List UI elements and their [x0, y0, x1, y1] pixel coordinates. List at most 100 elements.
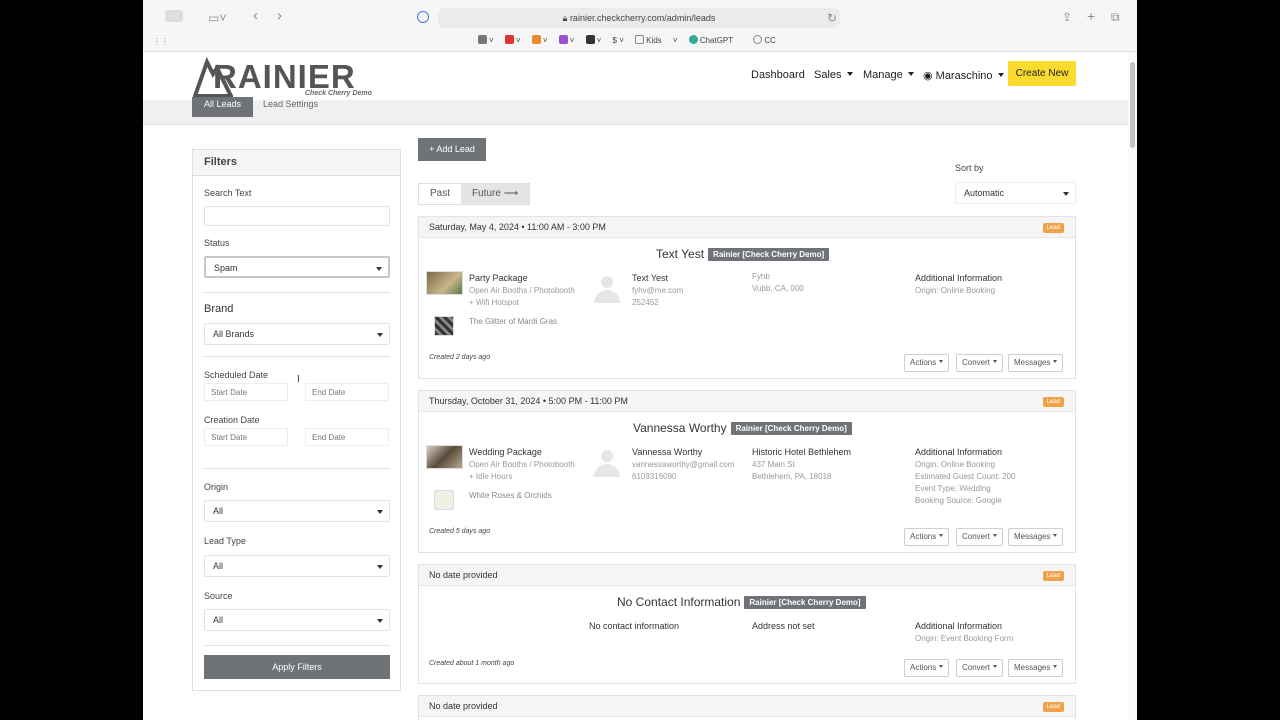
- brand-value: All Brands: [213, 329, 255, 339]
- back-icon[interactable]: ‹: [253, 8, 258, 23]
- sidebar-toggle-icon[interactable]: [165, 10, 183, 22]
- status-label: Status: [204, 238, 230, 248]
- messages-button[interactable]: Messages: [1008, 354, 1064, 372]
- lead-date: Thursday, October 31, 2024 • 5:00 PM - 1…: [429, 396, 628, 406]
- actions-button[interactable]: Actions: [904, 354, 950, 372]
- privacy-shield-icon[interactable]: [417, 11, 429, 23]
- convert-button[interactable]: Convert: [956, 659, 1004, 677]
- add-lead-button[interactable]: + Add Lead: [418, 138, 486, 161]
- info-line: Origin: Event Booking Form: [915, 634, 1014, 643]
- bookmark-app-icon[interactable]: ˅: [558, 35, 574, 45]
- tab-overview-icon[interactable]: ▭˅: [208, 11, 226, 25]
- lead-name-row: Text Yest Rainier [Check Cherry Demo]: [656, 247, 830, 261]
- apps-grid-icon[interactable]: ⋮⋮: [153, 35, 169, 49]
- scheduled-end-date-input[interactable]: End Date: [305, 383, 389, 401]
- info-line: Origin: Online Booking: [915, 286, 996, 295]
- nav-manage[interactable]: Manage: [863, 69, 914, 81]
- lead-type-select[interactable]: All: [204, 555, 390, 577]
- filters-title: Filters: [193, 150, 400, 176]
- page-scrollbar[interactable]: [1128, 52, 1137, 720]
- bookmark-fruit-icon[interactable]: ˅: [531, 35, 547, 45]
- messages-label: Messages: [1014, 663, 1051, 672]
- site-header: RAINIER Check Cherry Demo Dashboard Sale…: [143, 52, 1128, 100]
- bookmark-apple-icon[interactable]: ˅: [504, 35, 521, 45]
- item-name: White Roses & Orchids: [469, 491, 552, 500]
- chevron-down-icon: [997, 73, 1004, 77]
- lead-name[interactable]: No Contact Information: [617, 595, 740, 609]
- bookmark-tv-icon[interactable]: ˅: [478, 35, 494, 45]
- item-image: [434, 316, 454, 336]
- bookmark-dollar-icon[interactable]: $ ˅: [613, 36, 624, 45]
- scrollbar-thumb[interactable]: [1130, 62, 1135, 148]
- contact-name[interactable]: Vannessa Worthy: [632, 446, 702, 458]
- nav-user-label: Maraschino: [935, 70, 993, 82]
- search-text-input[interactable]: [204, 206, 390, 226]
- bookmark-cc[interactable]: CC: [753, 35, 785, 45]
- contact-email[interactable]: fyhv@me.com: [632, 285, 683, 297]
- convert-button[interactable]: Convert: [956, 354, 1004, 372]
- package-name[interactable]: Party Package: [469, 272, 528, 284]
- filters-panel: Filters Search Text Status Spam Brand Al…: [192, 149, 401, 691]
- contact-name[interactable]: Text Yest: [632, 272, 668, 284]
- brand-tag: Rainier [Check Cherry Demo]: [708, 248, 830, 261]
- lead-name[interactable]: Text Yest: [656, 247, 704, 261]
- lead-card: Thursday, October 31, 2024 • 5:00 PM - 1…: [418, 390, 1076, 553]
- text-cursor-icon: I: [297, 374, 300, 385]
- forward-icon[interactable]: ›: [277, 8, 282, 23]
- reload-icon[interactable]: ↻: [827, 11, 837, 25]
- package-name[interactable]: Wedding Package: [469, 446, 542, 458]
- sort-by-label: Sort by: [955, 163, 984, 173]
- lead-card-header: Thursday, October 31, 2024 • 5:00 PM - 1…: [419, 391, 1075, 412]
- apply-filters-button[interactable]: Apply Filters: [204, 655, 390, 679]
- actions-button[interactable]: Actions: [904, 659, 950, 677]
- lead-card-header: No date provided Lead: [419, 565, 1075, 586]
- user-icon: ◉: [923, 70, 936, 82]
- bookmark-monitor-icon[interactable]: ˅: [585, 35, 601, 45]
- tab-lead-settings[interactable]: Lead Settings: [263, 97, 318, 111]
- scheduled-start-date-input[interactable]: Start Date: [204, 383, 288, 401]
- chevron-down-icon: [993, 665, 998, 668]
- messages-button[interactable]: Messages: [1008, 659, 1064, 677]
- nav-user-menu[interactable]: ◉ Maraschino: [923, 69, 1004, 82]
- address-bar[interactable]: 🔒︎ rainier.checkcherry.com/admin/leads: [438, 8, 840, 28]
- bookmark-folder-kids[interactable]: Kids ˅: [635, 35, 678, 45]
- address-note: Address not set: [752, 621, 815, 631]
- chevron-down-icon: [939, 360, 944, 363]
- leads-subnav: All Leads Lead Settings: [143, 97, 1128, 125]
- actions-button[interactable]: Actions: [904, 528, 950, 546]
- tabs-icon[interactable]: ⧉: [1111, 10, 1120, 24]
- source-select[interactable]: All: [204, 609, 390, 631]
- divider: [204, 292, 390, 293]
- nav-sales[interactable]: Sales: [814, 69, 853, 81]
- lead-name[interactable]: Vannessa Worthy: [633, 421, 727, 435]
- contact-email[interactable]: vannessaworthy@gmail.com: [632, 459, 734, 471]
- future-button[interactable]: Future ⟶: [461, 184, 530, 204]
- scheduled-date-label: Scheduled Date: [204, 370, 269, 380]
- past-button[interactable]: Past: [419, 184, 461, 204]
- lead-card: No date provided Lead: [418, 695, 1076, 720]
- add-lead-label: Add Lead: [436, 144, 475, 154]
- lead-status-badge: Lead: [1042, 702, 1064, 712]
- bookmark-chatgpt[interactable]: ChatGPT: [688, 35, 742, 45]
- tab-all-leads[interactable]: All Leads: [192, 97, 253, 117]
- brand-select[interactable]: All Brands: [204, 323, 390, 345]
- share-icon[interactable]: ⇪: [1062, 10, 1072, 24]
- rainier-logo[interactable]: RAINIER Check Cherry Demo: [193, 56, 383, 100]
- sort-by-select[interactable]: Automatic: [955, 182, 1076, 204]
- status-select[interactable]: Spam: [204, 256, 390, 278]
- origin-value: All: [213, 506, 224, 516]
- lead-date: No date provided: [429, 701, 498, 711]
- sort-value: Automatic: [964, 188, 1005, 198]
- chevron-down-icon: [846, 72, 853, 76]
- creation-start-date-input[interactable]: Start Date: [204, 428, 288, 446]
- additional-info-title: Additional Information: [915, 447, 1003, 457]
- new-tab-icon[interactable]: +: [1087, 9, 1095, 23]
- convert-button[interactable]: Convert: [956, 528, 1004, 546]
- create-new-button[interactable]: Create New: [1008, 61, 1076, 86]
- nav-dashboard[interactable]: Dashboard: [751, 69, 805, 81]
- venue-line: Bethlehem, PA, 18018: [752, 472, 832, 481]
- messages-button[interactable]: Messages: [1008, 528, 1064, 546]
- lead-status-badge: Lead: [1042, 397, 1064, 407]
- creation-end-date-input[interactable]: End Date: [305, 428, 389, 446]
- origin-select[interactable]: All: [204, 500, 390, 522]
